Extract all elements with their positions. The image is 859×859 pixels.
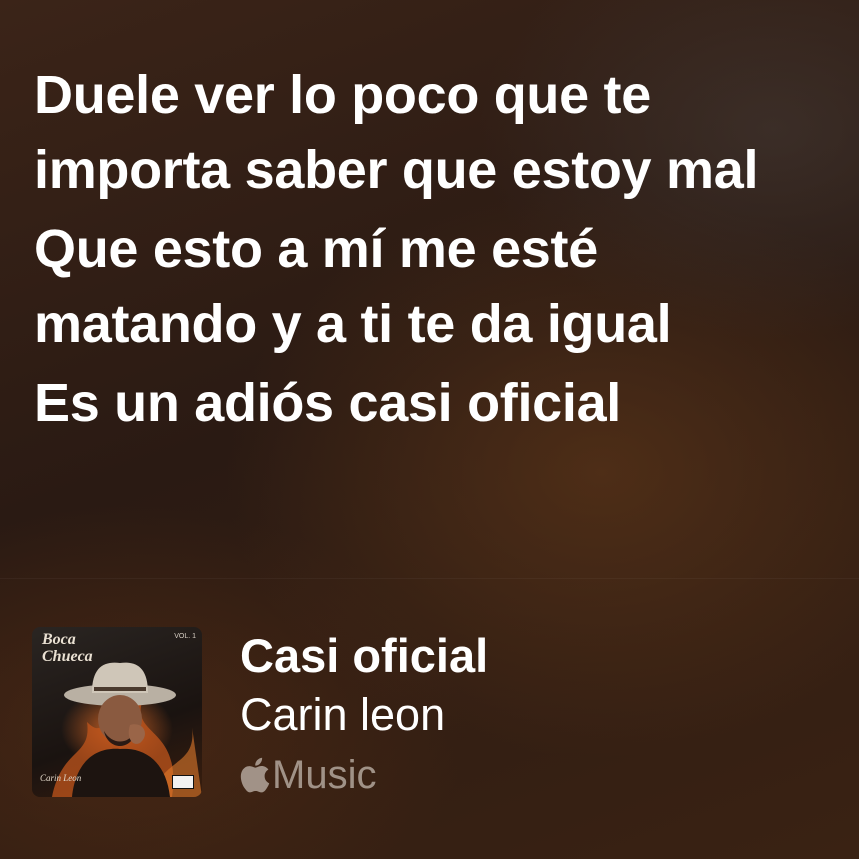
lyrics-share-card: Duele ver lo poco que te importa saber q…: [0, 0, 859, 859]
service-label: Music: [272, 753, 377, 797]
song-artist: Carin leon: [240, 689, 446, 740]
lyric-line: Que esto a mí me esté matando y a ti te …: [34, 219, 672, 354]
lyrics-block: Duele ver lo poco que te importa saber q…: [34, 58, 834, 445]
song-title: Casi oficial: [240, 629, 489, 682]
album-art-signature: Carin Leon: [40, 773, 82, 783]
divider: [0, 578, 859, 579]
apple-logo-icon: [240, 757, 270, 793]
lyric-line: Es un adiós casi oficial: [34, 373, 622, 433]
album-art-volume: VOL. 1: [174, 633, 196, 640]
apple-music-badge[interactable]: Music: [240, 753, 820, 797]
album-art-title: Boca Chueca: [42, 631, 93, 665]
parental-advisory-badge: [172, 775, 194, 789]
now-playing-row[interactable]: Boca Chueca VOL. 1 Carin Leon Casi ofici…: [32, 627, 832, 797]
song-meta: Casi oficial Carin leon Music: [240, 627, 820, 797]
lyric-line: Duele ver lo poco que te importa saber q…: [34, 65, 759, 200]
album-artwork[interactable]: Boca Chueca VOL. 1 Carin Leon: [32, 627, 202, 797]
